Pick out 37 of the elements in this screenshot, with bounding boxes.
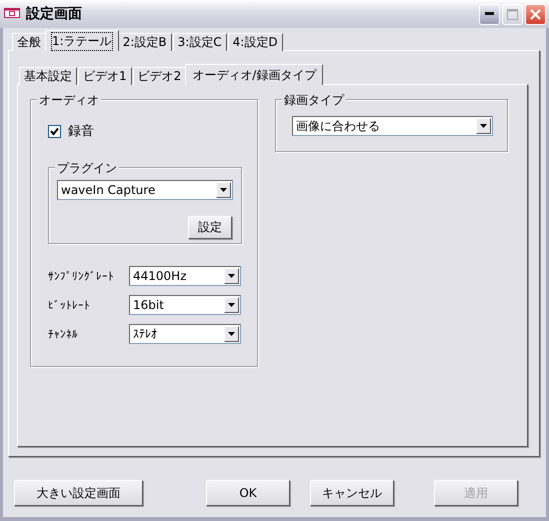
- tab[interactable]: ビデオ1: [78, 67, 132, 85]
- dialog-button[interactable]: キャンセル: [310, 480, 394, 506]
- tab[interactable]: 基本設定: [19, 67, 77, 85]
- field-label: ﾋﾞｯﾄﾚｰﾄ: [48, 298, 91, 312]
- field-label: ﾁｬﾝﾈﾙ: [48, 328, 79, 340]
- group-title: 録画タイプ: [282, 92, 346, 109]
- dialog-button[interactable]: OK: [206, 480, 290, 506]
- maximize-icon: [507, 8, 518, 20]
- tab[interactable]: 4:設定D: [228, 33, 283, 51]
- group-title: プラグイン: [55, 160, 119, 177]
- tab[interactable]: ビデオ2: [132, 67, 186, 85]
- window-title: 設定画面: [26, 5, 83, 23]
- close-button[interactable]: [525, 4, 546, 24]
- close-icon: [530, 8, 541, 20]
- window-icon: [4, 8, 20, 18]
- caret-icon: [480, 124, 487, 128]
- caret-icon: [228, 274, 235, 278]
- dropdown[interactable]: waveIn Capture: [57, 180, 233, 200]
- dropdown[interactable]: 16bit: [129, 295, 241, 315]
- dropdown[interactable]: 画像に合わせる: [292, 116, 493, 136]
- dropdown[interactable]: 44100Hz: [129, 266, 241, 286]
- field-label: ｻﾝﾌﾟﾘﾝｸﾞﾚｰﾄ: [48, 270, 115, 282]
- tab[interactable]: オーディオ/録画タイプ: [185, 64, 324, 85]
- large-settings-button[interactable]: 大きい設定画面: [14, 480, 143, 506]
- checkbox[interactable]: [48, 124, 61, 138]
- caret-icon: [228, 303, 235, 307]
- checkbox-label: 録音: [68, 123, 94, 140]
- caret-icon: [228, 332, 235, 336]
- caret-icon: [220, 188, 227, 192]
- tab[interactable]: 全般: [12, 33, 46, 51]
- minimize-button[interactable]: [479, 4, 500, 24]
- minimize-icon: [485, 12, 494, 16]
- tab[interactable]: 3:設定C: [172, 33, 227, 51]
- tab[interactable]: 2:設定B: [118, 33, 172, 51]
- dropdown[interactable]: ｽﾃﾚｵ: [129, 324, 241, 344]
- settings-button[interactable]: 設定: [188, 216, 232, 239]
- tab[interactable]: 1:ラテール: [45, 30, 119, 51]
